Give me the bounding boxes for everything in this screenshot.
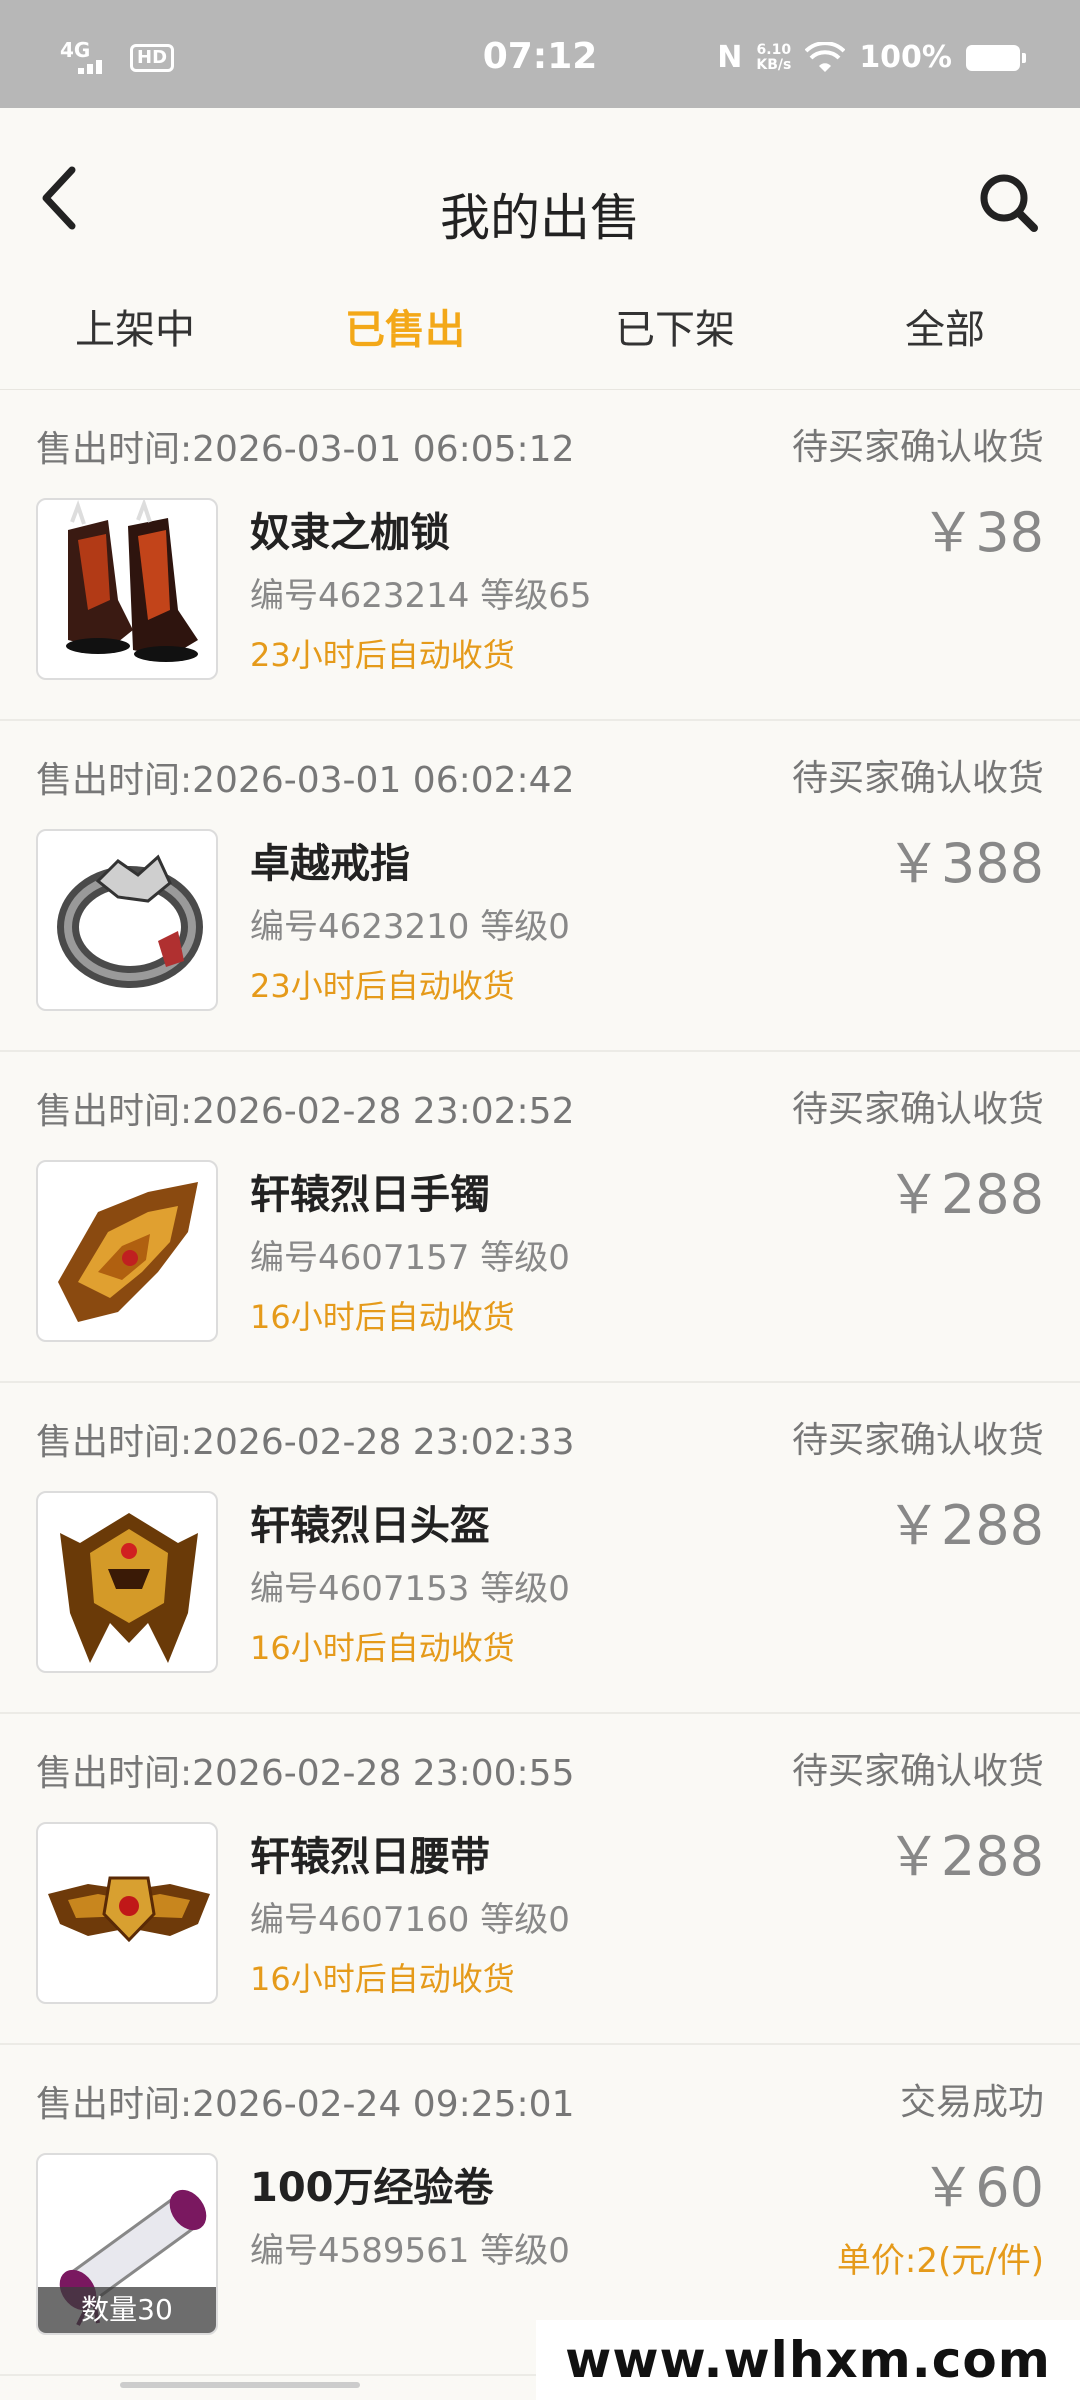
nav-bar: 我的出售 <box>0 108 1080 308</box>
auto-receive: 16小时后自动收货 <box>250 1298 515 1336</box>
item-thumbnail: 数量30 <box>36 2153 218 2335</box>
sold-time: 售出时间:2026-02-24 09:25:01 <box>36 2084 575 2125</box>
item-price: ￥388 <box>886 832 1044 895</box>
tab-delisted[interactable]: 已下架 <box>540 290 810 389</box>
item-thumbnail <box>36 1822 218 2004</box>
item-thumbnail <box>36 829 218 1011</box>
item-meta: 编号4607153 等级0 <box>250 1569 570 1609</box>
search-icon[interactable] <box>974 168 1044 238</box>
helmet-icon <box>60 1513 198 1663</box>
boots-icon <box>66 500 198 662</box>
sold-time: 售出时间:2026-02-28 23:02:33 <box>36 1422 575 1463</box>
item-meta: 编号4589561 等级0 <box>250 2231 570 2271</box>
watermark: www.wlhxm.com <box>536 2320 1080 2400</box>
item-name: 轩辕烈日头盔 <box>250 1503 490 1549</box>
item-name: 卓越戒指 <box>250 841 410 887</box>
order-item[interactable]: 售出时间:2026-02-28 23:02:33 待买家确认收货 轩辕烈日头盔 … <box>0 1383 1080 1714</box>
wifi-icon <box>805 41 846 72</box>
auto-receive: 16小时后自动收货 <box>250 1629 515 1667</box>
sold-time: 售出时间:2026-03-01 06:05:12 <box>36 429 575 470</box>
item-price: ￥288 <box>886 1825 1044 1888</box>
battery-icon <box>966 44 1026 71</box>
page-title: 我的出售 <box>440 189 640 247</box>
item-name: 100万经验卷 <box>250 2165 494 2211</box>
home-indicator <box>120 2382 360 2388</box>
tab-bar: 上架中 已售出 已下架 全部 <box>0 290 1080 390</box>
nfc-icon: N <box>717 40 743 75</box>
item-meta: 编号4607157 等级0 <box>250 1238 570 1278</box>
item-thumbnail <box>36 1491 218 1673</box>
order-status: 待买家确认收货 <box>791 1420 1044 1461</box>
net-speed: 6.10 KB/s <box>756 41 792 73</box>
belt-icon <box>48 1876 210 1943</box>
order-status: 待买家确认收货 <box>791 1751 1044 1792</box>
unit-price: 单价:2(元/件) <box>836 2241 1044 2281</box>
order-status: 待买家确认收货 <box>791 758 1044 799</box>
order-item[interactable]: 售出时间:2026-02-28 23:02:52 待买家确认收货 轩辕烈日手镯 … <box>0 1052 1080 1383</box>
battery-percent: 100% <box>859 40 952 75</box>
tab-sold[interactable]: 已售出 <box>270 290 540 389</box>
order-item[interactable]: 售出时间:2026-02-28 23:00:55 待买家确认收货 轩辕烈日腰带 … <box>0 1714 1080 2045</box>
item-price: ￥60 <box>921 2156 1044 2219</box>
net-speed-value: 6.10 <box>756 41 792 58</box>
item-meta: 编号4623214 等级65 <box>250 576 592 616</box>
item-meta: 编号4607160 等级0 <box>250 1900 570 1940</box>
sold-time: 售出时间:2026-02-28 23:00:55 <box>36 1753 575 1794</box>
tab-all[interactable]: 全部 <box>810 290 1080 389</box>
status-right: N 6.10 KB/s 100% <box>717 40 1026 75</box>
bracelet-icon <box>58 1182 198 1322</box>
status-bar: 4G HD 07:12 N 6.10 KB/s 100% <box>0 0 1080 108</box>
sold-time: 售出时间:2026-02-28 23:02:52 <box>36 1091 575 1132</box>
item-meta: 编号4623210 等级0 <box>250 907 570 947</box>
order-status: 待买家确认收货 <box>791 1089 1044 1130</box>
order-item[interactable]: 售出时间:2026-03-01 06:05:12 待买家确认收货 奴隶之枷锁 编… <box>0 390 1080 721</box>
auto-receive: 16小时后自动收货 <box>250 1960 515 1998</box>
net-speed-unit: KB/s <box>756 56 792 73</box>
item-name: 奴隶之枷锁 <box>250 510 450 556</box>
item-price: ￥38 <box>921 501 1044 564</box>
order-status: 交易成功 <box>899 2082 1044 2123</box>
item-name: 轩辕烈日腰带 <box>250 1834 490 1880</box>
item-name: 轩辕烈日手镯 <box>250 1172 490 1218</box>
item-quantity: 数量30 <box>38 2287 216 2333</box>
order-item[interactable]: 售出时间:2026-03-01 06:02:42 待买家确认收货 卓越戒指 编号… <box>0 721 1080 1052</box>
item-price: ￥288 <box>886 1163 1044 1226</box>
item-thumbnail <box>36 1160 218 1342</box>
auto-receive: 23小时后自动收货 <box>250 636 515 674</box>
order-status: 待买家确认收货 <box>791 427 1044 468</box>
item-price: ￥288 <box>886 1494 1044 1557</box>
sold-time: 售出时间:2026-03-01 06:02:42 <box>36 760 575 801</box>
auto-receive: 23小时后自动收货 <box>250 967 515 1005</box>
tab-listed[interactable]: 上架中 <box>0 290 270 389</box>
item-thumbnail <box>36 498 218 680</box>
ring-icon <box>57 854 203 988</box>
order-list: 售出时间:2026-03-01 06:05:12 待买家确认收货 奴隶之枷锁 编… <box>0 390 1080 2376</box>
